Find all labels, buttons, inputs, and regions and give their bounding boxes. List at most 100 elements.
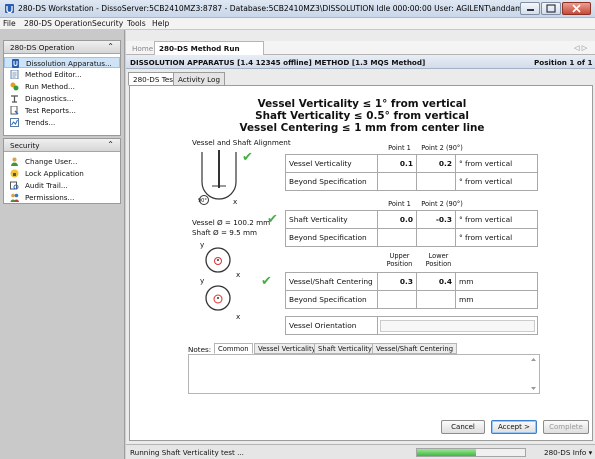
vc-col-upper: Upper Position — [386, 252, 413, 268]
lock-icon — [10, 169, 19, 178]
close-button[interactable] — [562, 2, 591, 15]
vv-row-label: Vessel Verticality — [285, 154, 378, 173]
notes-tab-centering[interactable]: Vessel/Shaft Centering — [372, 343, 458, 354]
subtab-activity-log[interactable]: Activity Log — [173, 72, 226, 86]
table-row: Beyond Specification ° from vertical — [285, 228, 538, 247]
vv-unit: ° from vertical — [455, 154, 538, 173]
vc-upper-value: 0.3 — [377, 272, 417, 291]
app-icon — [5, 4, 14, 14]
vv-beyond-point2 — [416, 172, 456, 191]
shaft-verticality-check-icon: ✔ — [267, 212, 278, 227]
progress-bar — [416, 448, 526, 457]
title-bar: 280-DS Workstation - DissoServer:5CB2410… — [0, 0, 595, 18]
vc-unit: mm — [455, 272, 538, 291]
table-row: Shaft Verticality 0.0 -0.3 ° from vertic… — [285, 210, 538, 229]
window-title: 280-DS Workstation - DissoServer:5CB2410… — [18, 4, 532, 13]
alignment-diagram-title: Vessel and Shaft Alignment — [192, 138, 291, 147]
menu-bar: File 280-DS Operation Security Tools Hel… — [0, 18, 595, 30]
trends-icon — [10, 118, 19, 127]
complete-button[interactable]: Complete — [543, 420, 589, 434]
orientation-field[interactable] — [380, 319, 535, 332]
scroll-down-icon — [531, 387, 536, 390]
notes-label: Notes: — [188, 345, 212, 354]
notes-tab-common[interactable]: Common — [214, 343, 253, 354]
upper-position-target-icon — [205, 247, 231, 273]
tab-scroll-arrows[interactable]: ◁ ▷ — [574, 43, 587, 52]
sv-unit: ° from vertical — [455, 210, 538, 229]
security-panel-title: Security — [10, 141, 40, 150]
collapse-icon[interactable]: ⌃ — [107, 140, 114, 149]
centering-table: Vessel/Shaft Centering 0.3 0.4 mm Beyond… — [285, 272, 538, 309]
menu-security[interactable]: Security — [92, 19, 123, 28]
sv-col-point1: Point 1 — [388, 200, 411, 208]
sidebar-item-test-reports[interactable]: Test Reports... — [4, 105, 120, 116]
minimize-icon — [527, 9, 534, 11]
sidebar-item-run-method[interactable]: Run Method... — [4, 81, 120, 92]
menu-file[interactable]: File — [3, 19, 16, 28]
tab-home[interactable]: Home — [132, 44, 153, 53]
centering-check-icon: ✔ — [261, 274, 272, 289]
notes-tab-vessel-verticality[interactable]: Vessel Verticality — [254, 343, 320, 354]
sidebar-item-change-user[interactable]: Change User... — [4, 156, 120, 167]
close-icon — [572, 4, 581, 13]
info-bar: DISSOLUTION APPARATUS [1.4 12345 offline… — [126, 55, 595, 69]
sv-point1-value: 0.0 — [377, 210, 417, 229]
vessel-verticality-check-icon: ✔ — [242, 150, 253, 165]
sidebar-item-audit-trail[interactable]: Audit Trail... — [4, 180, 120, 191]
heading-vessel-verticality: Vessel Verticality ≤ 1° from vertical — [257, 98, 467, 110]
notes-textarea[interactable] — [188, 354, 540, 394]
sv-beyond-point2 — [416, 228, 456, 247]
status-text: Running Shaft Verticality test ... — [130, 448, 244, 457]
cancel-button[interactable]: Cancel — [441, 420, 485, 434]
notes-tab-shaft-verticality[interactable]: Shaft Verticality — [314, 343, 376, 354]
progress-fill — [417, 449, 477, 456]
vv-beyond-unit: ° from vertical — [455, 172, 538, 191]
operation-panel: 280-DS Operation ⌃ Dissolution Apparatus… — [3, 40, 121, 136]
collapse-icon[interactable]: ⌃ — [107, 42, 114, 51]
notes-scrollbar[interactable] — [529, 356, 538, 392]
vc-row-label: Vessel/Shaft Centering — [285, 272, 378, 291]
table-row: Beyond Specification mm — [285, 290, 538, 309]
vc-lower-value: 0.4 — [416, 272, 456, 291]
menu-help[interactable]: Help — [152, 19, 169, 28]
table-row: Vessel/Shaft Centering 0.3 0.4 mm — [285, 272, 538, 291]
heading-shaft-verticality: Shaft Verticality ≤ 0.5° from vertical — [255, 110, 469, 122]
sidebar-item-method-editor[interactable]: Method Editor... — [4, 69, 120, 80]
vessel-diameter-label: Vessel Ø = 100.2 mm — [192, 218, 271, 227]
menu-tools[interactable]: Tools — [127, 19, 146, 28]
run-method-icon — [10, 82, 19, 91]
heading-vessel-centering: Vessel Centering ≤ 1 mm from center line — [239, 122, 485, 134]
sidebar-item-trends[interactable]: Trends... — [4, 117, 120, 128]
maximize-icon — [546, 4, 556, 13]
sidebar-item-diagnostics[interactable]: Diagnostics... — [4, 93, 120, 104]
sv-beyond-label: Beyond Specification — [285, 228, 378, 247]
tab-method-run[interactable]: 280-DS Method Run — [154, 41, 264, 55]
position-indicator: Position 1 of 1 — [534, 58, 593, 67]
sidebar-item-lock-application[interactable]: Lock Application — [4, 168, 120, 179]
sidebar-item-dissolution-apparatus[interactable]: Dissolution Apparatus... — [4, 57, 120, 68]
accept-button[interactable]: Accept > — [491, 420, 537, 434]
axis-x-label-lower: x — [236, 312, 241, 321]
axis-x-label-upper: x — [236, 270, 241, 279]
menu-operation[interactable]: 280-DS Operation — [24, 19, 92, 28]
vc-beyond-upper — [377, 290, 417, 309]
orientation-label: Vessel Orientation — [285, 316, 378, 335]
test-subtabs: 280-DS Test Activity Log — [128, 72, 594, 86]
orientation-table: Vessel Orientation — [285, 316, 538, 335]
user-icon — [11, 157, 18, 166]
vc-beyond-lower — [416, 290, 456, 309]
shaft-diameter-label: Shaft Ø = 9.5 mm — [192, 228, 257, 237]
vc-col-lower: Lower Position — [425, 252, 452, 268]
axis-x-label: x — [233, 197, 238, 206]
vc-beyond-label: Beyond Specification — [285, 290, 378, 309]
maximize-button[interactable] — [541, 2, 561, 15]
diagnostics-icon — [11, 95, 18, 103]
sv-col-point2: Point 2 (90°) — [421, 200, 463, 208]
security-panel-header[interactable]: Security ⌃ — [4, 139, 120, 152]
document-tab-bar: Home 280-DS Method Run ◁ ▷ — [126, 41, 595, 55]
operation-panel-header[interactable]: 280-DS Operation ⌃ — [4, 41, 120, 54]
info-dropdown[interactable]: 280-DS Info ▾ — [544, 448, 592, 457]
sidebar-item-permissions[interactable]: Permissions... — [4, 192, 120, 203]
operation-panel-title: 280-DS Operation — [10, 43, 75, 52]
minimize-button[interactable] — [520, 2, 540, 15]
